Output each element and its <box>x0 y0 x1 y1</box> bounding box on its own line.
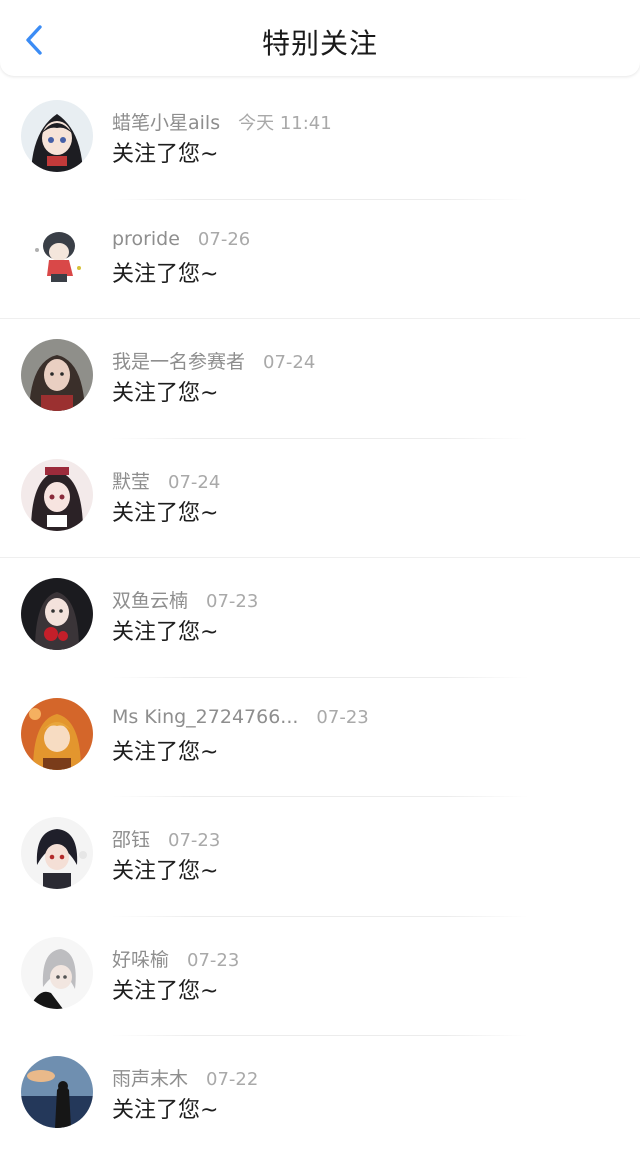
user-name[interactable]: 双鱼云楠 <box>112 586 188 613</box>
list-item[interactable]: proride 07-26 关注了您~ <box>0 200 640 319</box>
message-text: 关注了您~ <box>112 500 219 526</box>
timestamp: 今天 11:41 <box>238 113 332 134</box>
notification-list: 蜡笔小星ails 今天 11:41 关注了您~ proride 07-26 关注… <box>0 80 640 1156</box>
timestamp: 07-23 <box>187 949 240 971</box>
list-item[interactable]: 蜡笔小星ails 今天 11:41 关注了您~ <box>0 80 640 200</box>
user-name[interactable]: 邵钰 <box>112 825 150 852</box>
timestamp: 07-24 <box>263 352 316 373</box>
user-name[interactable]: 雨声末木 <box>112 1064 188 1091</box>
page-title: 特别关注 <box>261 27 378 60</box>
list-item[interactable]: Ms King_2724766... 07-23 关注了您~ <box>0 678 640 797</box>
timestamp: 07-23 <box>168 830 221 851</box>
timestamp: 07-26 <box>197 228 251 250</box>
user-name[interactable]: 默莹 <box>112 467 150 494</box>
list-item[interactable]: 邵钰 07-23 关注了您~ <box>0 797 640 917</box>
timestamp: 07-23 <box>316 706 369 728</box>
user-name[interactable]: Ms King_2724766... <box>112 706 298 728</box>
list-item[interactable]: 双鱼云楠 07-23 关注了您~ <box>0 558 640 678</box>
timestamp: 07-22 <box>206 1069 259 1090</box>
avatar[interactable] <box>21 1056 93 1128</box>
message-text: 关注了您~ <box>112 739 219 765</box>
message-text: 关注了您~ <box>112 620 219 645</box>
message-text: 关注了您~ <box>112 381 219 406</box>
avatar[interactable] <box>21 936 93 1009</box>
timestamp: 07-23 <box>206 591 259 612</box>
avatar[interactable] <box>21 100 93 172</box>
avatar[interactable] <box>21 458 93 531</box>
message-text: 关注了您~ <box>112 261 219 287</box>
list-item[interactable]: 好哚榆 07-23 关注了您~ <box>0 917 640 1036</box>
user-name[interactable]: proride <box>112 228 180 250</box>
avatar[interactable] <box>21 339 93 411</box>
message-text: 关注了您~ <box>112 1098 219 1123</box>
top-bar: 特别关注 <box>0 0 640 76</box>
user-name[interactable]: 蜡笔小星ails <box>112 108 220 135</box>
avatar[interactable] <box>21 578 93 650</box>
list-item[interactable]: 默莹 07-24 关注了您~ <box>0 439 640 558</box>
message-text: 关注了您~ <box>112 142 219 167</box>
user-name[interactable]: 好哚榆 <box>112 945 169 972</box>
avatar[interactable] <box>21 817 93 889</box>
avatar[interactable] <box>21 697 93 770</box>
message-text: 关注了您~ <box>112 859 219 884</box>
avatar[interactable] <box>21 219 93 292</box>
list-item[interactable]: 雨声末木 07-22 关注了您~ <box>0 1036 640 1156</box>
list-item[interactable]: 我是一名参赛者 07-24 关注了您~ <box>0 319 640 439</box>
message-text: 关注了您~ <box>112 978 219 1004</box>
timestamp: 07-24 <box>168 471 221 493</box>
user-name[interactable]: 我是一名参赛者 <box>112 347 245 374</box>
